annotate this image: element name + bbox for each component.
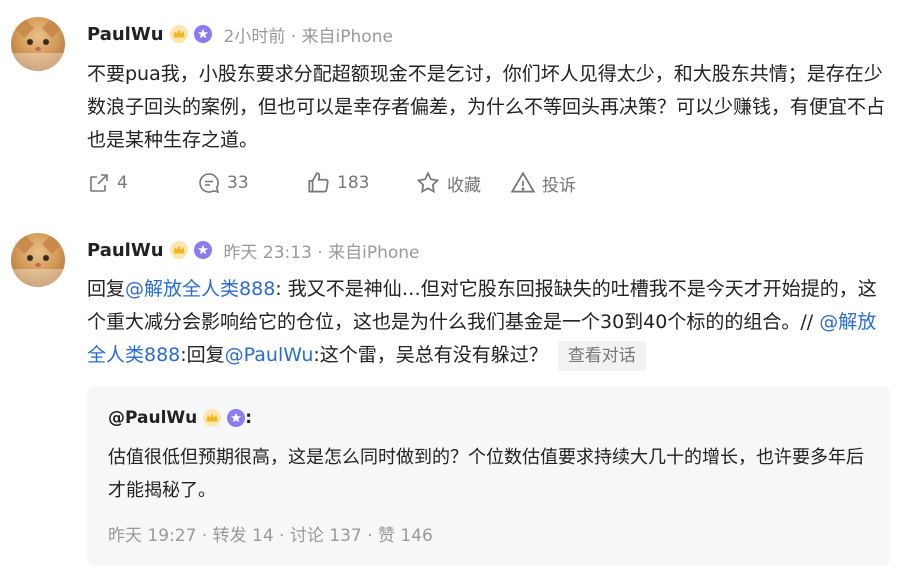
quote-footer: 昨天 19:27 · 转发 14 · 讨论 137 · 赞 146 — [108, 526, 433, 546]
author-name[interactable]: PaulWu — [87, 24, 164, 45]
post-meta: 2小时前 · 来自iPhone — [223, 26, 393, 47]
crown-badge-icon — [169, 25, 188, 43]
avatar[interactable] — [11, 17, 65, 71]
quote-colon: : — [245, 408, 253, 428]
quote-text: 估值很低但预期很高，这是怎么同时做到的？个位数估值要求持续大几十的增长，也许要多… — [108, 447, 864, 501]
favorite-label: 收藏 — [447, 175, 481, 196]
comment-count: 33 — [227, 173, 249, 193]
favorite-button[interactable]: 收藏 — [415, 169, 481, 197]
report-button[interactable]: 投诉 — [510, 169, 576, 197]
crown-badge-icon — [203, 409, 222, 427]
star-outline-icon — [416, 171, 440, 194]
star-badge-icon — [193, 241, 212, 259]
reply-body: :这个雷，吴总有没有躲过？ — [313, 344, 548, 366]
reply-body: :回复 — [180, 344, 225, 366]
quote-author[interactable]: @PaulWu — [108, 408, 197, 428]
comment-button[interactable]: 33 — [197, 169, 249, 197]
post-text: 不要pua我，小股东要求分配超额现金不是乞讨，你们坏人见得太少，和大股东共情；是… — [87, 63, 886, 151]
like-count: 183 — [337, 173, 370, 193]
quoted-post[interactable]: @PaulWu : 估值很低但预期很高，这是怎么同时做到的？个位数估值要求持续大… — [87, 386, 890, 566]
post-text: 回复@解放全人类888: 我又不是神仙…但对它股东回报缺失的吐槽我不是今天才开始… — [87, 273, 887, 372]
post-meta: 昨天 23:13 · 来自iPhone — [223, 242, 420, 263]
avatar[interactable] — [11, 233, 65, 287]
share-button[interactable]: 4 — [87, 169, 128, 197]
action-bar: 4 33 183 收藏 投诉 — [87, 169, 887, 197]
share-count: 4 — [117, 173, 128, 193]
warning-icon — [510, 171, 536, 193]
view-conversation-button[interactable]: 查看对话 — [557, 340, 646, 371]
thumbs-up-icon — [308, 172, 329, 193]
star-badge-icon — [193, 25, 212, 43]
star-badge-icon — [227, 409, 246, 427]
report-label: 投诉 — [542, 175, 576, 196]
author-name[interactable]: PaulWu — [87, 240, 164, 261]
mention-link[interactable]: @解放全人类888 — [125, 278, 275, 300]
comment-icon — [199, 173, 220, 194]
crown-badge-icon — [169, 241, 188, 259]
mention-link[interactable]: @PaulWu — [225, 344, 314, 366]
share-icon — [90, 174, 108, 192]
reply-prefix: 回复 — [87, 278, 126, 300]
like-button[interactable]: 183 — [305, 169, 369, 197]
